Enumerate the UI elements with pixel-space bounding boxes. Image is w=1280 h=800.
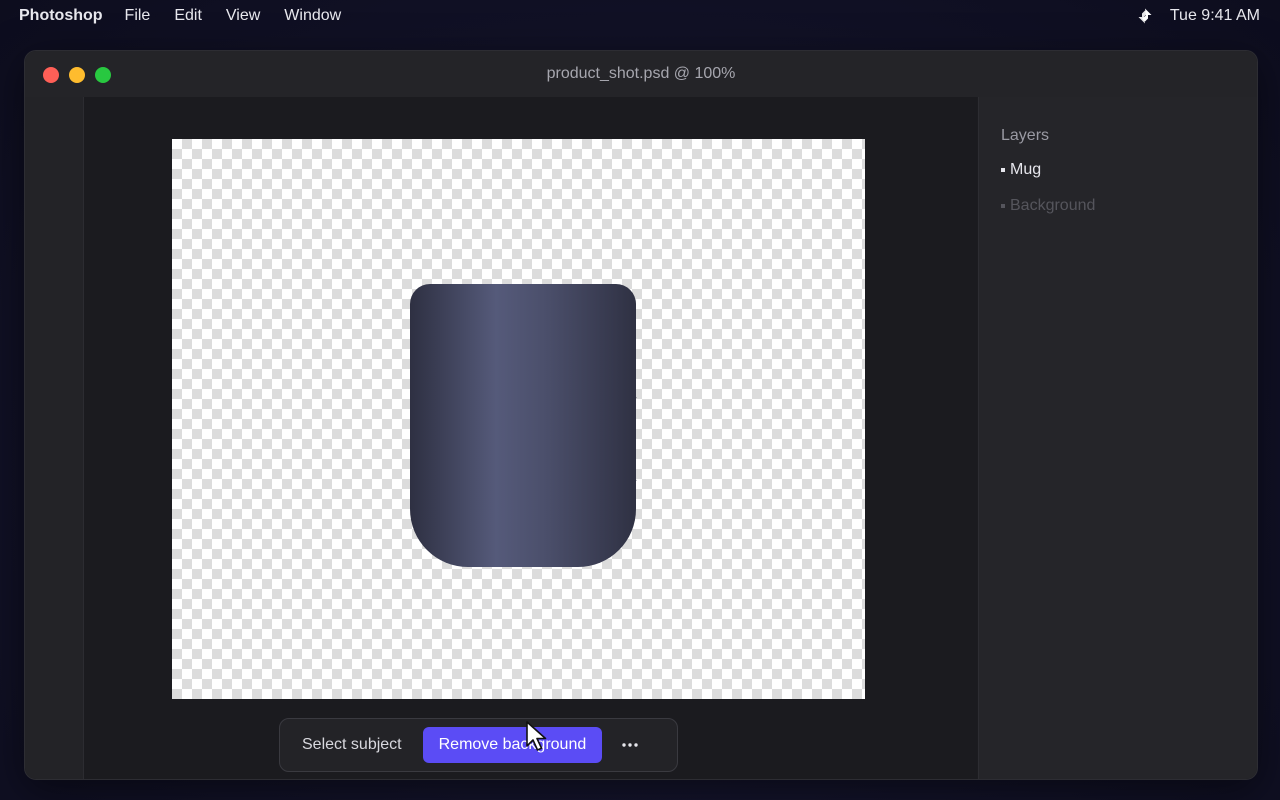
title-bar: product_shot.psd @ 100%	[25, 51, 1257, 97]
menu-bar-status: Tue 9:41 AM	[1136, 7, 1260, 25]
close-button[interactable]	[43, 67, 59, 83]
mouse-pointer-icon	[526, 721, 547, 751]
ellipsis-icon[interactable]	[622, 743, 638, 747]
photoshop-window: product_shot.psd @ 100% Select subject R…	[24, 50, 1258, 780]
layer-item-mug[interactable]: Mug	[1001, 161, 1041, 179]
window-title: product_shot.psd @ 100%	[546, 65, 736, 82]
menu-edit[interactable]: Edit	[174, 7, 202, 25]
menu-file[interactable]: File	[125, 7, 151, 25]
clock[interactable]: Tue 9:41 AM	[1170, 7, 1260, 25]
tools-sidebar	[25, 97, 84, 779]
minimize-button[interactable]	[69, 67, 85, 83]
canvas-area: Select subject Remove background	[84, 97, 977, 779]
menu-app-name[interactable]: Photoshop	[19, 7, 103, 25]
contextual-task-bar: Select subject Remove background	[279, 718, 678, 772]
window-controls	[43, 67, 111, 83]
layers-panel: Layers Mug Background	[978, 97, 1257, 779]
mug-image	[410, 284, 637, 567]
layer-label: Background	[1010, 197, 1096, 214]
select-subject-button[interactable]: Select subject	[302, 736, 402, 754]
layer-label: Mug	[1010, 161, 1042, 178]
menu-view[interactable]: View	[226, 7, 260, 25]
layers-panel-title: Layers	[1001, 127, 1050, 144]
menu-window[interactable]: Window	[284, 7, 341, 25]
remove-background-button[interactable]: Remove background	[422, 727, 603, 763]
layer-bullet-icon	[1001, 204, 1005, 208]
layer-item-background[interactable]: Background	[1001, 197, 1095, 215]
maximize-button[interactable]	[95, 67, 111, 83]
document-canvas[interactable]	[172, 139, 865, 699]
menu-bar: Photoshop File Edit View Window Tue 9:41…	[0, 0, 1280, 32]
layer-bullet-icon	[1001, 168, 1005, 172]
sync-icon[interactable]	[1136, 7, 1154, 25]
